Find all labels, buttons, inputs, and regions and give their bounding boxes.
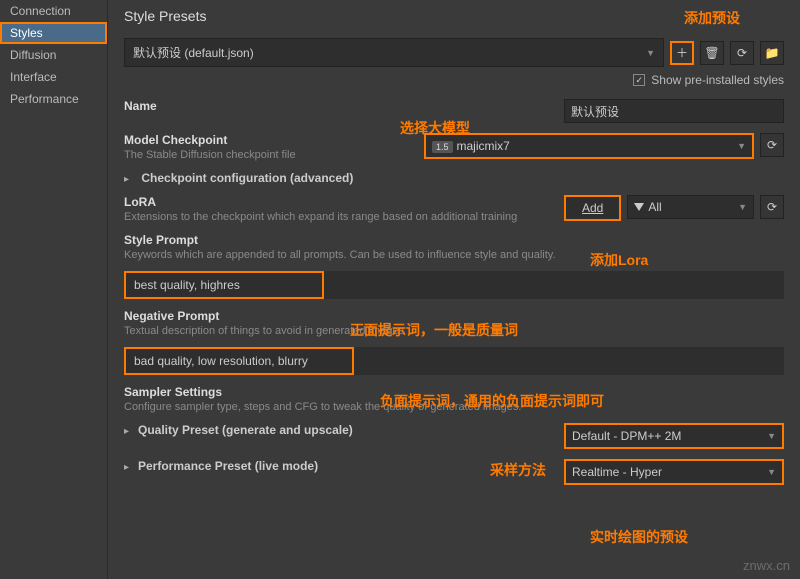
open-folder-button[interactable]: 📁	[760, 41, 784, 65]
show-preinstalled-checkbox[interactable]: ✓	[633, 74, 645, 86]
main-panel: Style Presets 默认预设 (default.json) ▼ ＋ 🗑 …	[108, 0, 800, 579]
sidebar-item-diffusion[interactable]: Diffusion	[0, 44, 107, 66]
model-value: majicmix7	[457, 139, 510, 153]
negprompt-input[interactable]	[124, 347, 354, 375]
sidebar-item-styles[interactable]: Styles	[0, 22, 107, 44]
chevron-down-icon: ▼	[767, 467, 776, 477]
watermark: znwx.cn	[743, 558, 790, 573]
lora-refresh-button[interactable]: ⟳	[760, 195, 784, 219]
sidebar-item-connection[interactable]: Connection	[0, 0, 107, 22]
model-refresh-button[interactable]: ⟳	[760, 133, 784, 157]
chevron-down-icon: ▼	[646, 48, 655, 58]
sampler-sub: Configure sampler type, steps and CFG to…	[124, 401, 784, 413]
negprompt-input-ext[interactable]	[354, 347, 784, 375]
model-label: Model Checkpoint	[124, 133, 424, 147]
preset-select[interactable]: 默认预设 (default.json) ▼	[124, 38, 664, 67]
sidebar: Connection Styles Diffusion Interface Pe…	[0, 0, 108, 579]
lora-filter-value: All	[648, 200, 661, 214]
quality-preset-value: Default - DPM++ 2M	[572, 429, 681, 443]
styleprompt-sub: Keywords which are appended to all promp…	[124, 249, 784, 261]
chevron-down-icon: ▼	[737, 141, 746, 151]
checkpoint-advanced-label[interactable]: Checkpoint configuration (advanced)	[141, 171, 353, 185]
add-preset-button[interactable]: ＋	[670, 41, 694, 65]
quality-preset-label[interactable]: Quality Preset (generate and upscale)	[138, 423, 353, 437]
perf-preset-value: Realtime - Hyper	[572, 465, 662, 479]
lora-filter-select[interactable]: All ▼	[627, 195, 754, 219]
expand-icon[interactable]: ▸	[124, 174, 134, 185]
preset-selected-label: 默认预设 (default.json)	[133, 44, 254, 61]
perf-preset-label[interactable]: Performance Preset (live mode)	[138, 459, 318, 473]
expand-icon[interactable]: ▸	[124, 426, 134, 437]
name-label: Name	[124, 99, 564, 113]
lora-sub: Extensions to the checkpoint which expan…	[124, 211, 564, 223]
quality-preset-select[interactable]: Default - DPM++ 2M ▼	[564, 423, 784, 449]
show-preinstalled-label: Show pre-installed styles	[651, 73, 784, 87]
chevron-down-icon: ▼	[767, 431, 776, 441]
model-badge: 1.5	[432, 141, 453, 153]
styleprompt-input-ext[interactable]	[324, 271, 784, 299]
lora-add-button[interactable]: Add	[564, 195, 621, 221]
styleprompt-input[interactable]	[124, 271, 324, 299]
page-title: Style Presets	[124, 8, 784, 24]
name-input[interactable]	[564, 99, 784, 123]
expand-icon[interactable]: ▸	[124, 462, 134, 473]
negprompt-label: Negative Prompt	[124, 309, 784, 323]
lora-label: LoRA	[124, 195, 564, 209]
negprompt-sub: Textual description of things to avoid i…	[124, 325, 784, 337]
sampler-label: Sampler Settings	[124, 385, 784, 399]
model-select[interactable]: 1.5 majicmix7 ▼	[424, 133, 754, 159]
model-sub: The Stable Diffusion checkpoint file	[124, 149, 424, 161]
sidebar-item-interface[interactable]: Interface	[0, 66, 107, 88]
styleprompt-label: Style Prompt	[124, 233, 784, 247]
chevron-down-icon: ▼	[738, 202, 747, 212]
filter-icon	[634, 203, 644, 211]
refresh-preset-button[interactable]: ⟳	[730, 41, 754, 65]
delete-preset-button[interactable]: 🗑	[700, 41, 724, 65]
sidebar-item-performance[interactable]: Performance	[0, 88, 107, 110]
perf-preset-select[interactable]: Realtime - Hyper ▼	[564, 459, 784, 485]
